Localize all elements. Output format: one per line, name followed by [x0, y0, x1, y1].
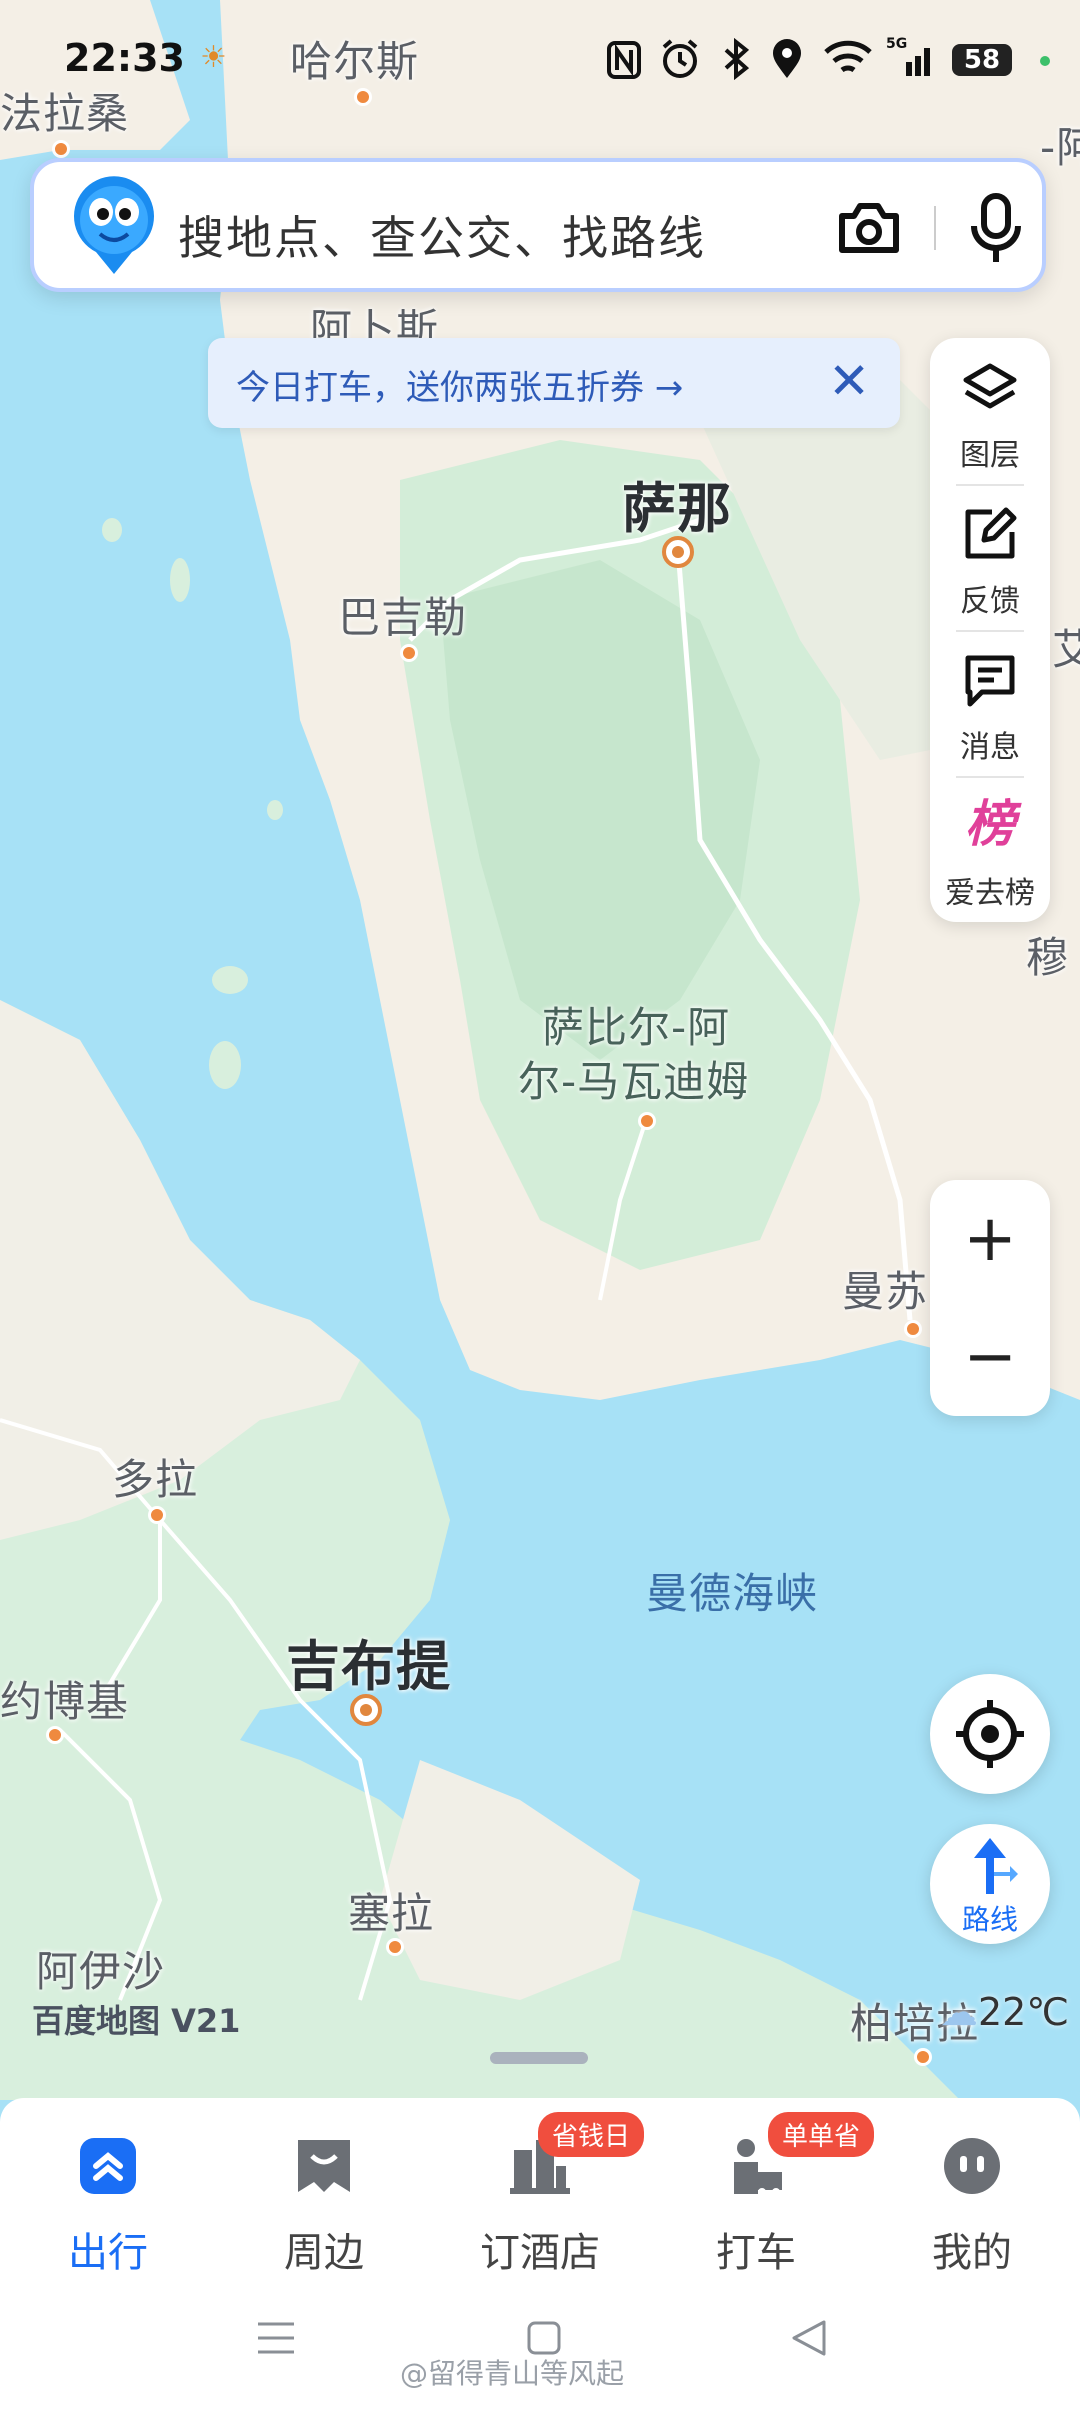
feedback-icon	[965, 507, 1017, 559]
svg-text:5G: 5G	[886, 36, 907, 52]
capital-marker[interactable]	[350, 1694, 382, 1726]
nav-nearby-label: 周边	[284, 2230, 364, 2276]
place-marker[interactable]	[904, 1320, 922, 1338]
place-label-djibouti[interactable]: 吉布提	[286, 1622, 451, 1701]
nav-travel[interactable]: 出行	[38, 2126, 178, 2276]
nav-hotel-label: 订酒店	[480, 2230, 600, 2276]
nearby-icon	[298, 2140, 350, 2192]
nav-profile[interactable]: 我的	[902, 2126, 1042, 2276]
signal-5g-icon: 5G	[886, 36, 930, 76]
place-marker[interactable]	[148, 1506, 166, 1524]
home-icon[interactable]	[526, 2320, 562, 2356]
capital-marker[interactable]	[662, 536, 694, 568]
map-logo: 百度地图 V21	[32, 2002, 241, 2040]
place-label-saila[interactable]: 塞拉	[348, 1880, 434, 1941]
route-arrow-icon	[974, 1838, 1018, 1894]
messages-button[interactable]: 消息	[930, 630, 1050, 776]
promo-banner-text[interactable]: 今日打车，送你两张五折券 →	[236, 360, 683, 409]
mascot-icon	[74, 176, 154, 274]
messages-label: 消息	[960, 730, 1020, 765]
place-label-yuebo[interactable]: 约博基	[0, 1668, 129, 1729]
search-bar[interactable]: 搜地点、查公交、找路线	[30, 158, 1046, 292]
weather-icon: ☁	[940, 1990, 978, 2034]
feedback-label: 反馈	[960, 584, 1020, 619]
alarm-icon	[662, 39, 698, 78]
drag-handle[interactable]	[490, 2052, 588, 2064]
ranking-button[interactable]: 榜 爱去榜	[930, 776, 1050, 922]
layers-label: 图层	[960, 438, 1020, 473]
promo-banner[interactable]: 今日打车，送你两张五折券 → ✕	[208, 338, 900, 428]
ranking-label: 爱去榜	[945, 876, 1035, 911]
place-marker[interactable]	[386, 1938, 404, 1956]
nav-taxi[interactable]: 单单省 打车	[686, 2112, 875, 2276]
place-marker[interactable]	[52, 140, 70, 158]
battery-indicator: 58	[952, 44, 1012, 76]
feedback-button[interactable]: 反馈	[930, 484, 1050, 630]
watermark: @留得青山等风起	[400, 2357, 625, 2390]
zoom-in-button[interactable]: +	[930, 1180, 1050, 1298]
route-label: 路线	[961, 1903, 1018, 1936]
place-marker[interactable]	[638, 1112, 656, 1130]
zoom-controls: + −	[930, 1180, 1050, 1416]
hotel-badge: 省钱日	[538, 2112, 645, 2157]
route-button[interactable]: 路线	[930, 1824, 1050, 1944]
place-marker[interactable]	[914, 2048, 932, 2066]
status-time: 22:33	[64, 36, 185, 80]
place-label-bajile[interactable]: 巴吉勒	[338, 584, 467, 645]
search-input[interactable]: 搜地点、查公交、找路线	[178, 202, 706, 268]
back-icon[interactable]	[790, 2318, 828, 2358]
place-label-edge-a[interactable]: -阿	[1040, 114, 1080, 175]
message-icon	[965, 655, 1015, 707]
sea-label-mandeb: 曼德海峡	[646, 1569, 819, 1618]
nav-taxi-label: 打车	[716, 2230, 796, 2276]
place-label-mu[interactable]: 穆	[1026, 924, 1069, 985]
location-icon	[773, 39, 801, 78]
bluetooth-icon	[724, 38, 750, 80]
microphone-icon[interactable]	[966, 192, 1026, 266]
crosshair-icon	[956, 1700, 1024, 1768]
place-label-duola[interactable]: 多拉	[112, 1446, 198, 1507]
close-icon[interactable]: ✕	[828, 352, 870, 410]
wifi-icon	[824, 40, 872, 73]
battery-level: 58	[963, 45, 1001, 75]
status-bar: 22:33 ☀ 5G 58	[0, 0, 1080, 110]
layers-icon	[963, 363, 1017, 409]
nav-profile-label: 我的	[932, 2230, 1012, 2276]
menu-icon[interactable]	[256, 2320, 296, 2356]
nfc-icon	[607, 41, 641, 79]
place-marker[interactable]	[400, 644, 418, 662]
nav-nearby[interactable]: 周边	[254, 2126, 394, 2276]
place-marker[interactable]	[46, 1726, 64, 1744]
weather-temp-value: 22℃	[978, 1990, 1070, 2034]
weather-temp[interactable]: ☁22℃	[940, 1990, 1069, 2034]
layers-button[interactable]: 图层	[930, 338, 1050, 484]
place-label-sana[interactable]: 萨那	[622, 464, 732, 543]
zoom-out-button[interactable]: −	[930, 1298, 1050, 1416]
place-label-mansu[interactable]: 曼苏	[842, 1258, 928, 1319]
place-label-sabier[interactable]: 萨比尔-阿	[542, 994, 730, 1055]
place-label-sabier-2[interactable]: 尔-马瓦迪姆	[518, 1048, 749, 1109]
nav-travel-label: 出行	[68, 2230, 148, 2276]
locate-button[interactable]	[930, 1674, 1050, 1794]
travel-icon	[80, 2138, 136, 2194]
search-divider	[934, 206, 936, 250]
app-notification-icon: ☀	[200, 40, 227, 75]
place-label-edge-b[interactable]: 艾	[1052, 616, 1080, 677]
place-label-ayisha[interactable]: 阿伊沙	[36, 1938, 165, 1999]
ranking-icon: 榜	[965, 795, 1015, 853]
profile-icon	[944, 2138, 1000, 2194]
taxi-badge: 单单省	[768, 2112, 875, 2157]
nav-hotel[interactable]: 省钱日 订酒店	[470, 2112, 645, 2276]
camera-icon[interactable]	[834, 196, 904, 260]
active-dot	[1040, 56, 1050, 66]
map-tools-panel: 图层 反馈 消息 榜 爱去榜	[930, 338, 1050, 922]
